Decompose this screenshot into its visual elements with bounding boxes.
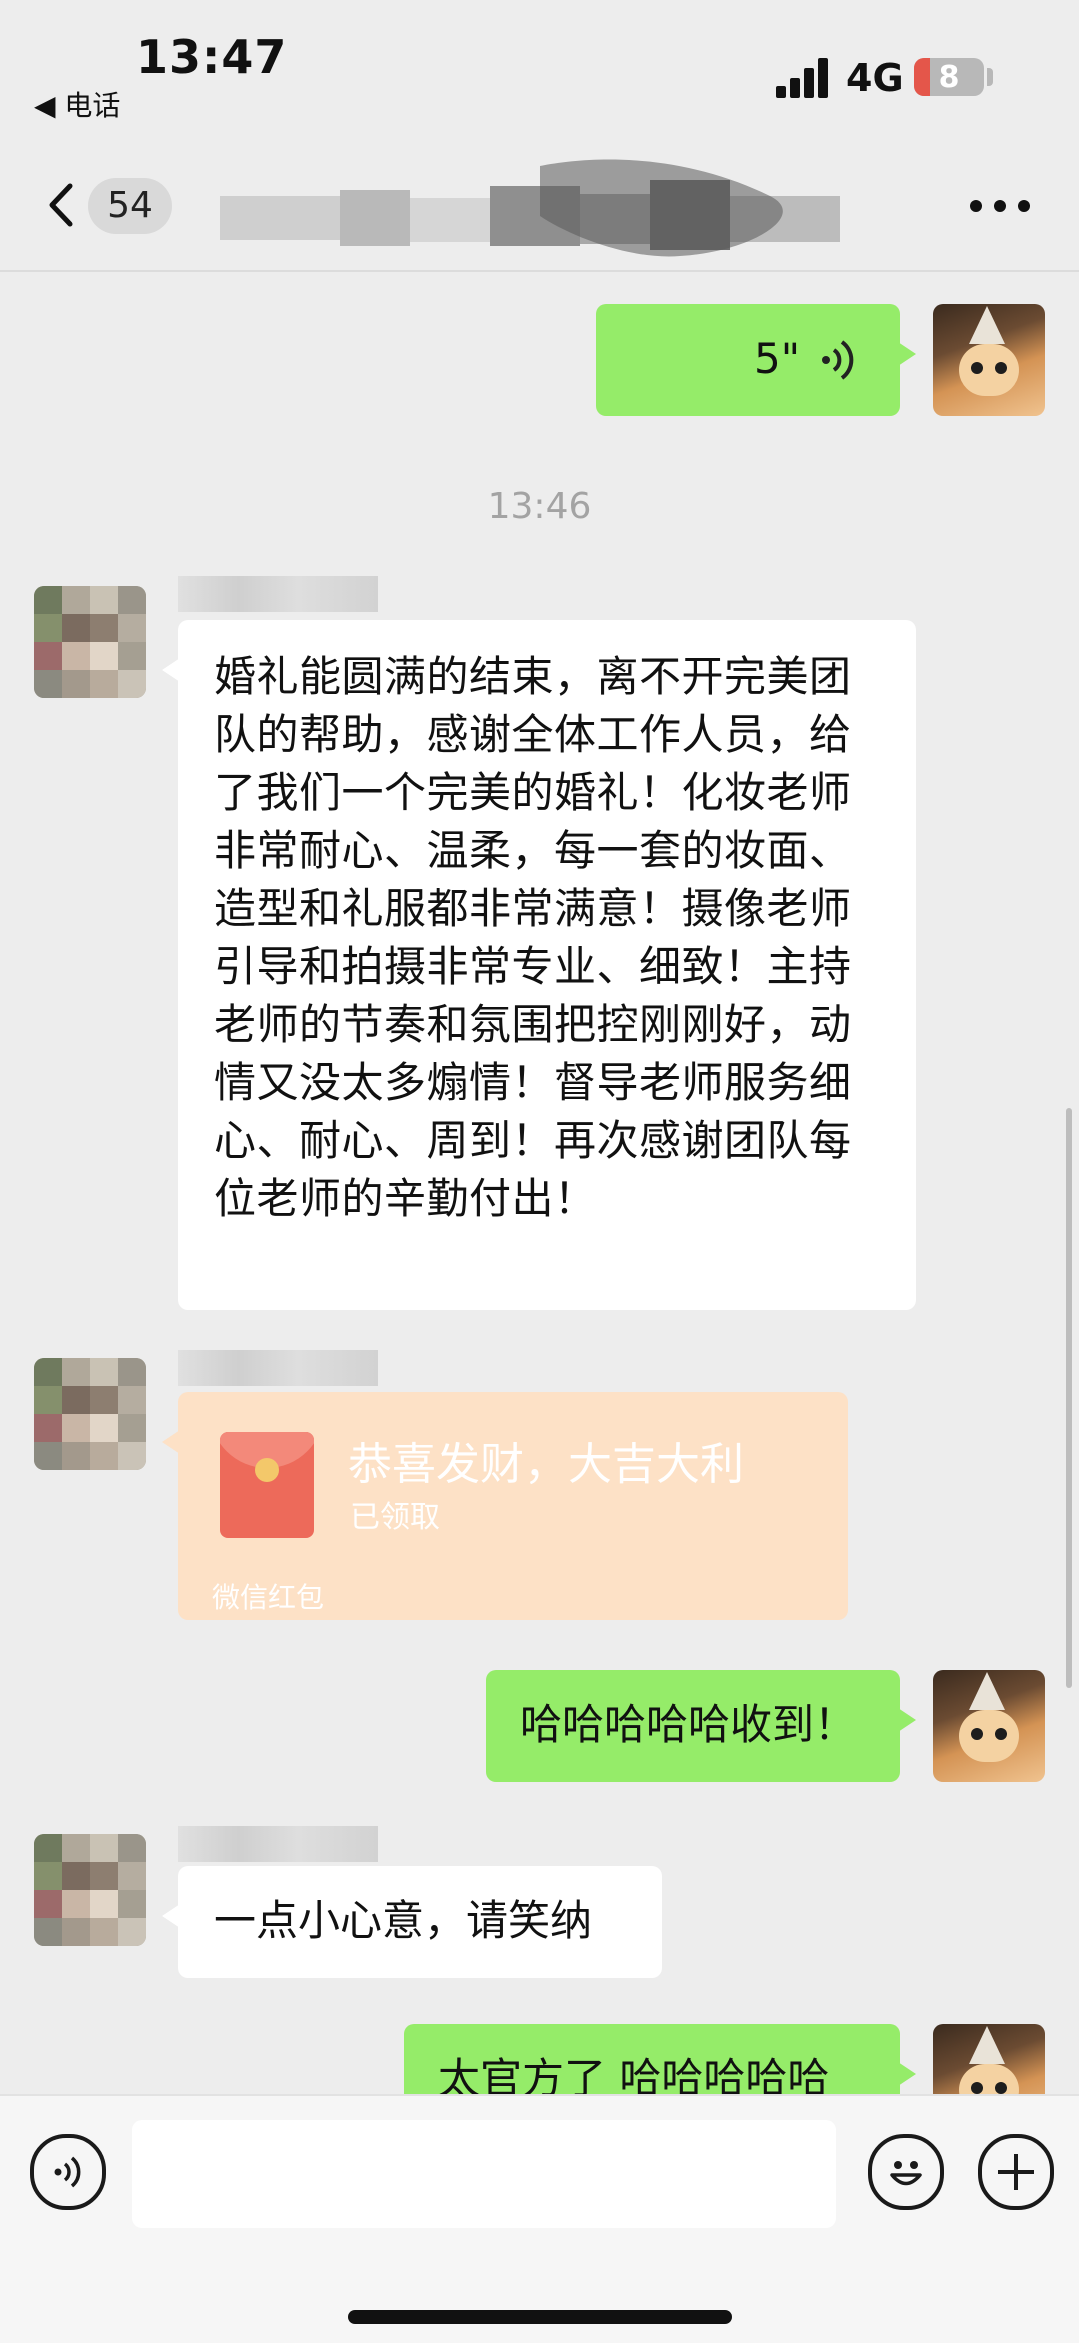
blurred-sender-name	[178, 1826, 378, 1862]
status-bar: 13:47 ◀ 电话 4G 8	[0, 0, 1079, 140]
blurred-avatar-mosaic	[34, 1358, 146, 1470]
reply-bubble[interactable]: 哈哈哈哈哈收到！	[486, 1670, 916, 1782]
my-avatar[interactable]	[933, 1670, 1045, 1782]
battery-level: 8	[938, 60, 960, 95]
red-packet-footer: 微信红包	[212, 1581, 325, 1614]
blurred-avatar-mosaic	[34, 1834, 146, 1946]
status-time: 13:47	[136, 30, 288, 84]
plus-icon	[998, 2154, 1034, 2190]
unread-count-badge[interactable]: 54	[88, 178, 172, 234]
blurred-sender-name	[178, 576, 378, 612]
friend-avatar[interactable]	[34, 1834, 146, 1946]
friend-reply-bubble[interactable]: 一点小心意，请笑纳	[162, 1866, 662, 1978]
review-message-text: 婚礼能圆满的结束，离不开完美团队的帮助，感谢全体工作人员，给了我们一个完美的婚礼…	[214, 652, 852, 1223]
voice-duration: 5"	[754, 334, 801, 383]
more-icon[interactable]	[970, 200, 1030, 214]
battery-cap	[987, 68, 993, 86]
voice-mode-icon	[54, 2156, 81, 2188]
blurred-avatar-mosaic	[34, 586, 146, 698]
red-packet-message[interactable]: 恭喜发财，大吉大利 已领取 微信红包	[162, 1392, 848, 1620]
emoji-button[interactable]	[868, 2134, 944, 2210]
friend-reply-text: 一点小心意，请笑纳	[214, 1896, 593, 1945]
emoji-icon	[890, 2161, 922, 2186]
signal-icon	[776, 58, 832, 98]
input-bar	[0, 2094, 1079, 2343]
red-packet-status: 已领取	[350, 1500, 440, 1535]
time-separator: 13:46	[487, 486, 592, 527]
more-functions-button[interactable]	[978, 2134, 1054, 2210]
back-chevron-icon[interactable]	[38, 180, 88, 230]
review-message-bubble[interactable]: 婚礼能圆满的结束，离不开完美团队的帮助，感谢全体工作人员，给了我们一个完美的婚礼…	[162, 620, 916, 1310]
blurred-sender-name	[178, 1350, 378, 1386]
voice-wave-icon	[822, 340, 854, 380]
message-input[interactable]	[132, 2120, 836, 2228]
red-packet-icon	[220, 1432, 314, 1538]
reply-text: 哈哈哈哈哈收到！	[520, 1700, 857, 1749]
my-avatar[interactable]	[933, 304, 1045, 416]
voice-message-bubble[interactable]: 5"	[596, 304, 916, 416]
battery-icon: 8	[914, 58, 984, 96]
blurred-chat-title	[220, 159, 840, 257]
friend-avatar[interactable]	[34, 586, 146, 698]
network-type: 4G	[846, 56, 904, 100]
scrollbar-thumb[interactable]	[1066, 1108, 1072, 1688]
home-indicator[interactable]	[348, 2310, 732, 2324]
red-packet-title: 恭喜发财，大吉大利	[348, 1439, 744, 1490]
voice-mode-button[interactable]	[30, 2134, 106, 2210]
friend-avatar[interactable]	[34, 1358, 146, 1470]
back-to-app-link[interactable]: ◀ 电话	[34, 84, 120, 124]
chat-nav-bar: 54	[0, 140, 1079, 272]
